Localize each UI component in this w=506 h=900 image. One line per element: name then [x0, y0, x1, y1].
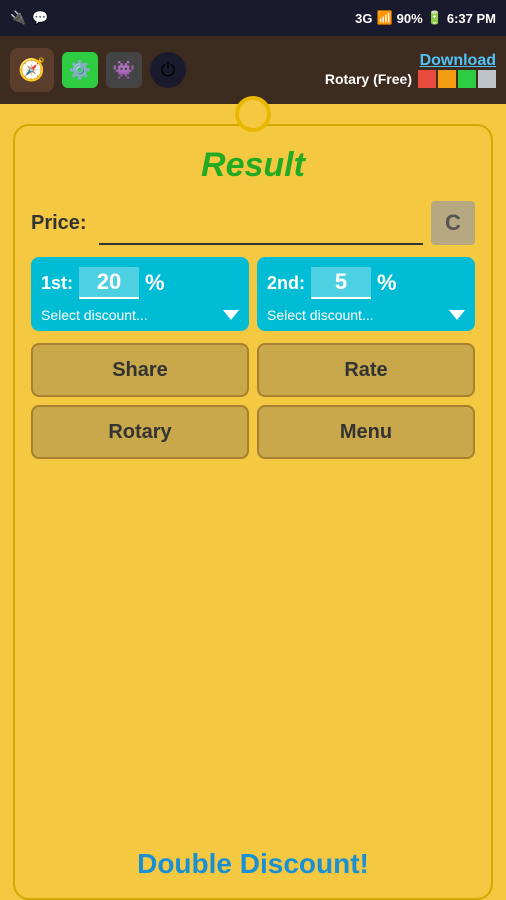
bottom-label: Double Discount!: [0, 848, 506, 880]
second-discount-select-label: Select discount...: [267, 307, 374, 323]
first-discount-top: 1st: %: [41, 267, 239, 299]
status-bar: 🔌 💬 3G 📶 90% 🔋 6:37 PM: [0, 0, 506, 36]
status-right: 3G 📶 90% 🔋 6:37 PM: [355, 10, 496, 26]
first-discount-input[interactable]: [79, 267, 139, 299]
app-title-label: Rotary (Free): [325, 71, 412, 87]
status-left: 🔌 💬: [10, 10, 48, 26]
clear-button[interactable]: C: [431, 201, 475, 245]
first-discount-label: 1st:: [41, 273, 73, 294]
price-row: Price: C: [31, 201, 475, 245]
time-label: 6:37 PM: [447, 11, 496, 26]
second-dropdown-arrow: [449, 310, 465, 320]
top-bar: 🧭 ⚙️ 👾 ⏻ Download Rotary (Free): [0, 36, 506, 104]
color-squares: [418, 70, 496, 88]
red-square: [418, 70, 436, 88]
first-discount-select[interactable]: Select discount...: [41, 307, 239, 323]
main-content: Result Price: C 1st: % Select discount..…: [0, 104, 506, 900]
first-dropdown-arrow: [223, 310, 239, 320]
second-discount-select[interactable]: Select discount...: [267, 307, 465, 323]
discount-row: 1st: % Select discount... 2nd: % Select …: [31, 257, 475, 331]
notification-icon: 💬: [32, 10, 48, 26]
orange-square: [438, 70, 456, 88]
menu-button[interactable]: Menu: [257, 405, 475, 459]
first-discount-select-label: Select discount...: [41, 307, 148, 323]
rotary-button[interactable]: Rotary: [31, 405, 249, 459]
first-discount-pct: %: [145, 270, 165, 296]
battery-label: 90%: [397, 11, 423, 26]
usb-icon: 🔌: [10, 10, 26, 26]
price-input[interactable]: [99, 201, 423, 245]
green-icon[interactable]: ⚙️: [62, 52, 98, 88]
ghost-icon[interactable]: 👾: [106, 52, 142, 88]
power-icon[interactable]: ⏻: [150, 52, 186, 88]
rotary-menu-row: Rotary Menu: [31, 405, 475, 459]
second-discount-label: 2nd:: [267, 273, 305, 294]
network-label: 3G: [355, 11, 372, 26]
first-discount-panel: 1st: % Select discount...: [31, 257, 249, 331]
share-button[interactable]: Share: [31, 343, 249, 397]
app-title-bar: Rotary (Free): [325, 70, 496, 88]
result-title: Result: [201, 146, 305, 185]
battery-icon: 🔋: [427, 10, 443, 26]
compass-icon[interactable]: 🧭: [10, 48, 54, 92]
tag-notch: [235, 96, 271, 132]
second-discount-top: 2nd: %: [267, 267, 465, 299]
second-discount-pct: %: [377, 270, 397, 296]
price-label: Price:: [31, 212, 91, 235]
second-discount-input[interactable]: [311, 267, 371, 299]
gray-square: [478, 70, 496, 88]
second-discount-panel: 2nd: % Select discount...: [257, 257, 475, 331]
green-square: [458, 70, 476, 88]
download-button[interactable]: Download: [420, 52, 496, 70]
signal-icon: 📶: [376, 10, 392, 26]
rate-button[interactable]: Rate: [257, 343, 475, 397]
share-rate-row: Share Rate: [31, 343, 475, 397]
tag-shape: Result Price: C 1st: % Select discount..…: [13, 124, 493, 900]
download-section: Download Rotary (Free): [325, 52, 496, 88]
